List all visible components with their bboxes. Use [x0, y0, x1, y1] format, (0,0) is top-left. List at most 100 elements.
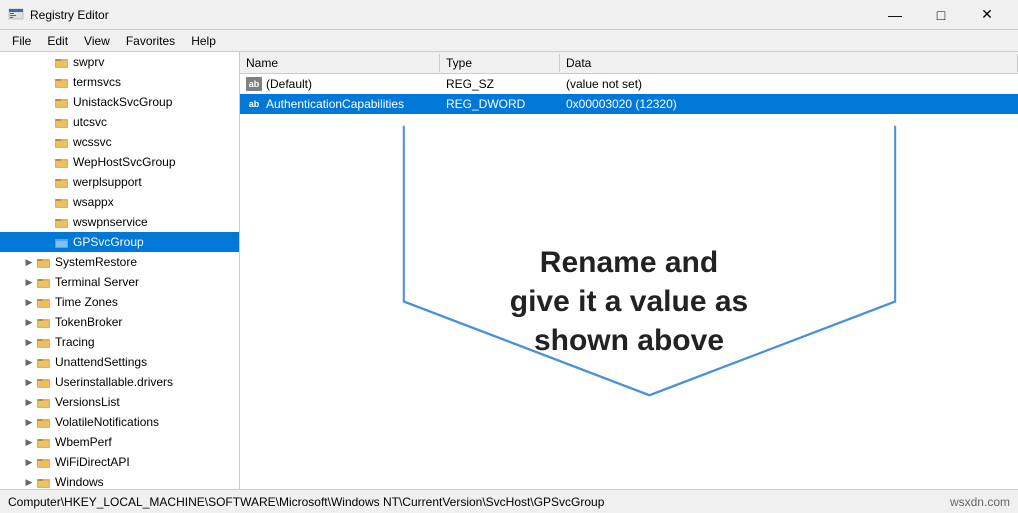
col-header-name[interactable]: Name [240, 54, 440, 72]
tree-item-label: Terminal Server [55, 275, 139, 289]
tree-item[interactable]: ▶ SystemRestore [0, 252, 239, 272]
tree-item[interactable]: ▶ UnattendSettings [0, 352, 239, 372]
menu-help[interactable]: Help [183, 32, 224, 50]
annotation-line1: Rename and [540, 246, 718, 279]
cell-name-text: AuthenticationCapabilities [266, 97, 404, 111]
tree-item-label: termsvcs [73, 75, 121, 89]
tree-item[interactable]: swprv [0, 52, 239, 72]
tree-item[interactable]: UnistackSvcGroup [0, 92, 239, 112]
folder-icon [54, 134, 70, 150]
expand-arrow-icon: ▶ [22, 375, 36, 389]
tree-item[interactable]: termsvcs [0, 72, 239, 92]
annotation-area: Rename and give it a value as shown abov… [240, 114, 1018, 489]
tree-item-label: TokenBroker [55, 315, 122, 329]
status-brand: wsxdn.com [950, 495, 1010, 509]
tree-panel[interactable]: swprv termsvcs UnistackSvcGroup utcsvc [0, 52, 240, 489]
expand-arrow-placeholder [40, 135, 54, 149]
folder-icon [36, 454, 52, 470]
tree-item[interactable]: ▶ Terminal Server [0, 272, 239, 292]
folder-icon [36, 414, 52, 430]
tree-item[interactable]: werplsupport [0, 172, 239, 192]
menu-file[interactable]: File [4, 32, 39, 50]
cell-type: REG_DWORD [440, 96, 560, 112]
expand-arrow-icon: ▶ [22, 315, 36, 329]
minimize-button[interactable]: — [872, 0, 918, 30]
folder-icon [36, 254, 52, 270]
expand-arrow-icon: ▶ [22, 435, 36, 449]
menu-edit[interactable]: Edit [39, 32, 76, 50]
tree-item-label: Userinstallable.drivers [55, 375, 173, 389]
menu-favorites[interactable]: Favorites [118, 32, 183, 50]
expand-arrow-icon: ▶ [22, 295, 36, 309]
tree-item-label: utcsvc [73, 115, 107, 129]
value-icon-dword: ab [246, 97, 262, 111]
tree-item[interactable]: ▶ WbemPerf [0, 432, 239, 452]
folder-icon [36, 474, 52, 489]
cell-name: ab (Default) [240, 76, 440, 92]
table-row[interactable]: ab (Default) REG_SZ (value not set) [240, 74, 1018, 94]
folder-icon [54, 54, 70, 70]
tree-item-label: wswpnservice [73, 215, 148, 229]
table-body: ab (Default) REG_SZ (value not set) ab A… [240, 74, 1018, 114]
folder-icon [54, 74, 70, 90]
title-bar-left: Registry Editor [8, 7, 109, 23]
maximize-button[interactable]: □ [918, 0, 964, 30]
col-header-type[interactable]: Type [440, 54, 560, 72]
folder-icon [54, 154, 70, 170]
status-path: Computer\HKEY_LOCAL_MACHINE\SOFTWARE\Mic… [8, 495, 604, 509]
tree-item[interactable]: ▶ VersionsList [0, 392, 239, 412]
tree-item[interactable]: ▶ VolatileNotifications [0, 412, 239, 432]
table-row[interactable]: ab AuthenticationCapabilities REG_DWORD … [240, 94, 1018, 114]
tree-item[interactable]: wswpnservice [0, 212, 239, 232]
tree-item[interactable]: wsappx [0, 192, 239, 212]
folder-icon [36, 394, 52, 410]
expand-arrow-placeholder [40, 75, 54, 89]
menu-view[interactable]: View [76, 32, 118, 50]
cell-data: (value not set) [560, 76, 1018, 92]
tree-item[interactable]: ▶ Time Zones [0, 292, 239, 312]
expand-arrow-icon: ▶ [22, 335, 36, 349]
expand-arrow-icon: ▶ [22, 255, 36, 269]
folder-icon [54, 174, 70, 190]
expand-arrow-icon: ▶ [22, 475, 36, 489]
expand-arrow-icon: ▶ [22, 415, 36, 429]
folder-icon [54, 114, 70, 130]
folder-icon [36, 374, 52, 390]
expand-arrow-placeholder [40, 155, 54, 169]
table-header: Name Type Data [240, 52, 1018, 74]
tree-item-label: WepHostSvcGroup [73, 155, 176, 169]
folder-icon [54, 214, 70, 230]
tree-item-label: GPSvcGroup [73, 235, 144, 249]
tree-item-label: werplsupport [73, 175, 142, 189]
col-header-data[interactable]: Data [560, 54, 1018, 72]
tree-item-label: Time Zones [55, 295, 118, 309]
tree-item[interactable]: wcssvc [0, 132, 239, 152]
folder-icon [36, 434, 52, 450]
tree-item-label: wcssvc [73, 135, 112, 149]
tree-item[interactable]: ▶ Userinstallable.drivers [0, 372, 239, 392]
close-button[interactable]: ✕ [964, 0, 1010, 30]
folder-icon [54, 234, 70, 250]
expand-arrow-icon: ▶ [22, 275, 36, 289]
tree-item[interactable]: ▶ TokenBroker [0, 312, 239, 332]
tree-item-label: wsappx [73, 195, 114, 209]
expand-arrow-icon: ▶ [22, 355, 36, 369]
tree-item[interactable]: GPSvcGroup [0, 232, 239, 252]
tree-item-label: UnattendSettings [55, 355, 147, 369]
expand-arrow-placeholder [40, 195, 54, 209]
tree-item[interactable]: utcsvc [0, 112, 239, 132]
tree-item-label: swprv [73, 55, 104, 69]
folder-icon [36, 354, 52, 370]
right-panel: Name Type Data ab (Default) REG_SZ (valu… [240, 52, 1018, 489]
value-icon-ab: ab [246, 77, 262, 91]
annotation-text: Rename and give it a value as shown abov… [510, 243, 748, 360]
folder-icon [54, 94, 70, 110]
title-bar: Registry Editor — □ ✕ [0, 0, 1018, 30]
tree-item[interactable]: ▶ Windows [0, 472, 239, 489]
tree-item[interactable]: WepHostSvcGroup [0, 152, 239, 172]
tree-item[interactable]: ▶ Tracing [0, 332, 239, 352]
annotation-line2: give it a value as [510, 285, 748, 318]
tree-item[interactable]: ▶ WiFiDirectAPI [0, 452, 239, 472]
window-title: Registry Editor [30, 8, 109, 22]
expand-arrow-placeholder [40, 215, 54, 229]
